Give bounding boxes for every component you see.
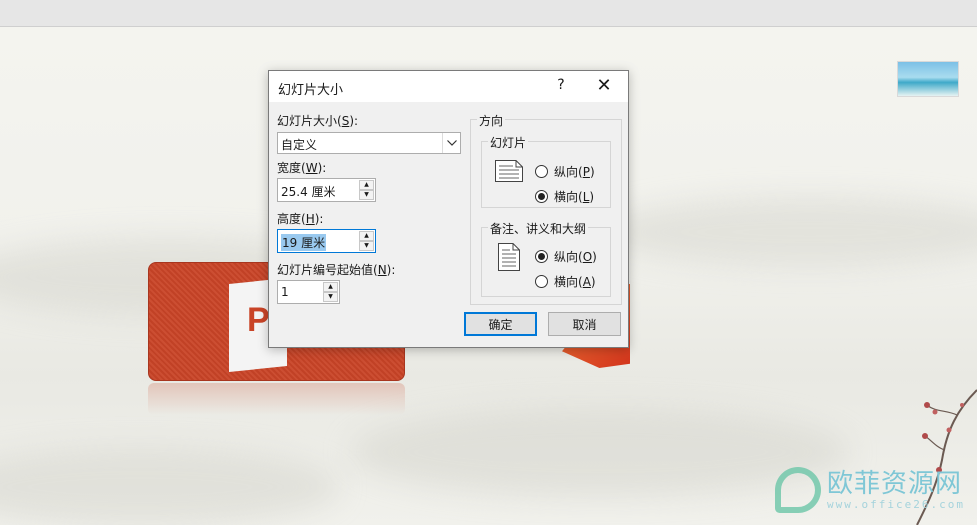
portrait-page-icon [498, 243, 520, 271]
slide-size-dialog: 幻灯片大小 ? ✕ 幻灯片大小(S): 自定义 宽度(W): 25.4 厘米 ▲… [268, 70, 629, 348]
height-value[interactable]: 19 厘米 [281, 234, 327, 251]
watermark-url: www.office26.com [827, 497, 965, 511]
beach-photo-thumbnail[interactable] [897, 61, 959, 97]
dialog-title-bar[interactable]: 幻灯片大小 ? ✕ [269, 71, 628, 102]
height-increment-button[interactable]: ▲ [359, 231, 374, 241]
ok-button[interactable]: 确定 [464, 312, 537, 336]
help-button[interactable]: ? [553, 77, 569, 93]
logo-letter: P [247, 301, 270, 339]
slides-landscape-label: 横向(L) [554, 190, 595, 204]
logo-reflection [148, 383, 405, 415]
cancel-button[interactable]: 取消 [548, 312, 621, 336]
slides-portrait-label: 纵向(P) [554, 165, 595, 179]
numbering-stepper[interactable]: 1 ▲ ▼ [277, 280, 340, 304]
watermark-title: 欧菲资源网 [827, 468, 963, 499]
width-increment-button[interactable]: ▲ [359, 180, 374, 190]
dialog-title: 幻灯片大小 [278, 83, 344, 98]
notes-portrait-option[interactable]: 纵向(O) [535, 248, 597, 265]
slides-orientation-title: 幻灯片 [488, 134, 529, 151]
landscape-page-icon [495, 160, 523, 182]
width-stepper[interactable]: 25.4 厘米 ▲ ▼ [277, 178, 376, 202]
site-watermark: 欧菲资源网 www.office26.com [775, 465, 965, 515]
slide-size-dropdown[interactable]: 自定义 [277, 132, 461, 154]
numbering-decrement-button[interactable]: ▼ [323, 292, 338, 302]
slides-landscape-radio[interactable] [535, 190, 548, 203]
notes-portrait-label: 纵向(O) [554, 250, 597, 264]
height-label: 高度(H): [277, 212, 324, 226]
height-stepper[interactable]: 19 厘米 ▲ ▼ [277, 229, 376, 253]
top-toolbar-strip [0, 0, 977, 27]
slides-portrait-radio[interactable] [535, 165, 548, 178]
chevron-down-icon[interactable] [442, 133, 460, 153]
notes-landscape-label: 横向(A) [554, 275, 596, 289]
slide-size-label: 幻灯片大小(S): [277, 114, 359, 128]
width-decrement-button[interactable]: ▼ [359, 190, 374, 200]
mist-cloud [0, 447, 340, 525]
width-label: 宽度(W): [277, 161, 327, 175]
notes-landscape-option[interactable]: 横向(A) [535, 273, 596, 290]
slides-landscape-option[interactable]: 横向(L) [535, 188, 594, 205]
slides-portrait-option[interactable]: 纵向(P) [535, 163, 595, 180]
numbering-label: 幻灯片编号起始值(N): [277, 263, 396, 277]
close-button[interactable]: ✕ [595, 75, 613, 96]
numbering-increment-button[interactable]: ▲ [323, 282, 338, 292]
width-value: 25.4 厘米 [281, 185, 336, 199]
numbering-value: 1 [281, 285, 289, 299]
watermark-logo-icon [775, 467, 821, 513]
notes-landscape-radio[interactable] [535, 275, 548, 288]
height-decrement-button[interactable]: ▼ [359, 241, 374, 251]
mist-cloud [600, 197, 977, 267]
notes-orientation-title: 备注、讲义和大纲 [488, 220, 589, 237]
orientation-title: 方向 [477, 112, 506, 129]
notes-portrait-radio[interactable] [535, 250, 548, 263]
slide-size-value: 自定义 [281, 138, 318, 152]
